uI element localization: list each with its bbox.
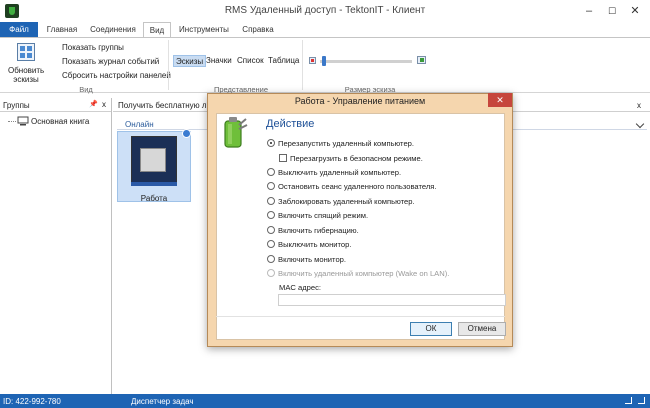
groups-panel-title: Группы — [3, 101, 30, 110]
option-restart-label[interactable]: Перезапустить удаленный компьютер. — [278, 139, 414, 148]
dialog-divider — [216, 316, 505, 317]
mac-address-label: MAC адрес: — [279, 283, 321, 292]
refresh-button-label-1[interactable]: Обновить — [8, 66, 44, 75]
tab-file[interactable]: Файл — [0, 22, 38, 38]
refresh-thumbnails-icon[interactable] — [17, 43, 35, 61]
toggle-icon[interactable] — [625, 397, 632, 404]
view-thumbnails-button[interactable]: Эскизы — [173, 55, 207, 67]
ribbon-separator — [168, 40, 169, 90]
ok-button[interactable]: ОК — [410, 322, 452, 336]
pin-icon[interactable]: 📌 — [89, 100, 98, 108]
mac-address-input[interactable] — [278, 294, 506, 306]
status-task-manager[interactable]: Диспетчер задач — [131, 397, 194, 406]
cancel-button[interactable]: Отмена — [458, 322, 506, 336]
refresh-button-label-2[interactable]: эскизы — [8, 75, 44, 84]
tab-view[interactable]: Вид — [143, 22, 171, 38]
safe-mode-label[interactable]: Перезагрузить в безопасном режиме. — [290, 154, 423, 163]
radio-lock[interactable] — [267, 197, 275, 205]
preview-taskbar — [131, 182, 177, 186]
option-shutdown-label[interactable]: Выключить удаленный компьютер. — [278, 168, 401, 177]
dialog-close-button[interactable]: ✕ — [488, 93, 512, 107]
tree-item-main-book[interactable]: Основная книга — [31, 117, 89, 126]
option-logoff-label[interactable]: Остановить сеанс удаленного пользователя… — [278, 182, 437, 191]
maximize-button[interactable]: ☐ — [603, 3, 621, 19]
radio-monitor-on[interactable] — [267, 255, 275, 263]
option-wake-on-lan-label[interactable]: Включить удаленный компьютер (Wake on LA… — [278, 269, 449, 278]
thumbnail-label: Работа — [140, 194, 168, 203]
reset-panels-button[interactable]: Сбросить настройки панелей — [62, 71, 171, 80]
dialog-heading: Действие — [266, 118, 315, 130]
tab-home[interactable]: Главная — [42, 22, 82, 38]
groups-panel — [0, 98, 112, 394]
view-list-button[interactable]: Список — [235, 55, 266, 67]
view-table-button[interactable]: Таблица — [266, 55, 301, 67]
option-monitor-off-label[interactable]: Выключить монитор. — [278, 240, 351, 249]
groups-panel-close-button[interactable]: x — [102, 100, 106, 109]
option-lock-label[interactable]: Заблокировать удаленный компьютер. — [278, 197, 415, 206]
radio-monitor-off[interactable] — [267, 240, 275, 248]
tree-line — [8, 121, 16, 122]
tab-connections[interactable]: Соединения — [86, 22, 140, 38]
thumb-size-slider-handle[interactable] — [322, 56, 326, 66]
radio-shutdown[interactable] — [267, 168, 275, 176]
thumb-size-slider[interactable] — [320, 60, 412, 63]
radio-hibernate[interactable] — [267, 226, 275, 234]
zoom-out-icon[interactable] — [309, 56, 318, 65]
dialog-title: Работа - Управление питанием — [294, 96, 426, 106]
window-title: RMS Удаленный доступ - TektonIT - Клиент — [224, 5, 426, 16]
preview-window — [140, 148, 166, 172]
ribbon-group-view-label: Вид — [79, 85, 93, 94]
radio-sleep[interactable] — [267, 211, 275, 219]
option-sleep-label[interactable]: Включить спящий режим. — [278, 211, 368, 220]
tab-tools[interactable]: Инструменты — [175, 22, 233, 38]
view-icons-button[interactable]: Значки — [204, 55, 234, 67]
option-hibernate-label[interactable]: Включить гибернацию. — [278, 226, 359, 235]
status-bar — [0, 394, 650, 408]
radio-wake-on-lan[interactable] — [267, 269, 275, 277]
close-window-button[interactable]: ✕ — [626, 3, 644, 19]
ribbon-separator — [302, 40, 303, 90]
status-id: ID: 422-992-780 — [3, 397, 61, 406]
battery-power-icon — [224, 117, 248, 148]
show-event-log-button[interactable]: Показать журнал событий — [62, 57, 159, 66]
main-panel-close-button[interactable]: x — [637, 101, 641, 110]
online-status-icon — [182, 129, 191, 138]
online-section-title: Онлайн — [125, 120, 154, 129]
safe-mode-checkbox[interactable] — [279, 154, 287, 162]
show-groups-button[interactable]: Показать группы — [62, 43, 124, 52]
computer-book-icon — [17, 116, 29, 126]
minimize-button[interactable]: – — [580, 3, 598, 19]
resize-grip-icon[interactable] — [638, 397, 645, 404]
zoom-in-icon[interactable] — [417, 56, 427, 65]
tab-help[interactable]: Справка — [238, 22, 278, 38]
option-monitor-on-label[interactable]: Включить монитор. — [278, 255, 346, 264]
radio-restart[interactable] — [267, 139, 275, 147]
radio-logoff[interactable] — [267, 182, 275, 190]
